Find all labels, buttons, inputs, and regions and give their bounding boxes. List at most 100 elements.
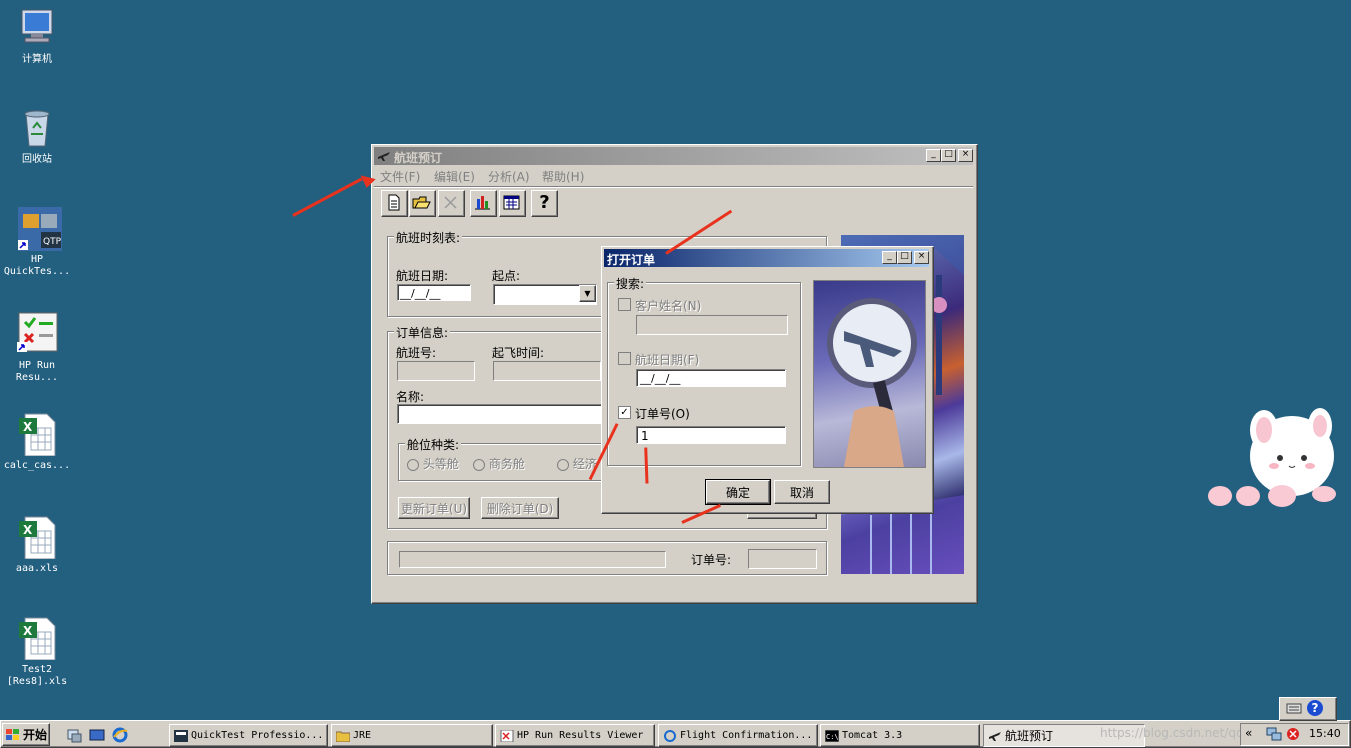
open-order-button[interactable] (409, 190, 436, 217)
order-number-field (748, 549, 817, 569)
flight-date-checkbox[interactable] (618, 352, 631, 365)
menu-help[interactable]: 帮助(H) (542, 168, 584, 185)
menu-bar: 文件(F) 编辑(E) 分析(A) 帮助(H) (374, 167, 973, 185)
delete-order-action-button[interactable]: 删除订单(D) (481, 497, 559, 519)
new-order-button[interactable] (381, 190, 408, 217)
window-title-bar[interactable]: 航班预订 _ □ × (374, 147, 973, 165)
flight-date-label: 航班日期: (396, 269, 449, 283)
help-icon[interactable]: ? (1307, 700, 1323, 716)
show-desktop-icon[interactable] (66, 727, 82, 743)
maximize-button[interactable]: □ (941, 149, 956, 162)
quicktest-icon: QTP (17, 206, 62, 251)
minimize-icon: _ (887, 251, 892, 261)
system-tray: « 15:40 (1240, 723, 1349, 746)
desktop-icon-run-results[interactable]: HP Run Resu... (1, 312, 73, 384)
help-button[interactable]: ? (531, 190, 558, 217)
taskbar-item-jre[interactable]: JRE (331, 724, 493, 747)
server-manager-icon[interactable] (89, 727, 105, 743)
desktop-icon-computer[interactable]: 计算机 (1, 6, 73, 66)
order-number-checkbox[interactable]: ✓ (618, 406, 631, 419)
chart-button[interactable] (470, 190, 497, 217)
desktop-icon-quicktest[interactable]: QTP HP QuickTes... (1, 206, 73, 278)
desktop-icon-label: 回收站 (22, 154, 52, 165)
class-economy-radio[interactable]: 经济 (557, 455, 597, 472)
customer-name-checkbox[interactable] (618, 298, 631, 311)
class-first-radio[interactable]: 头等舱 (407, 455, 459, 472)
desktop-sticker-image (1204, 400, 1340, 512)
flight-date-input[interactable]: __/__/__ (636, 369, 786, 387)
dialog-maximize-button[interactable]: □ (897, 251, 912, 264)
clock: 15:40 (1309, 727, 1341, 740)
run-results-icon (17, 312, 58, 356)
update-order-button[interactable]: 更新订单(U) (398, 497, 470, 519)
order-number-label: 订单号: (691, 553, 732, 567)
close-button[interactable]: × (958, 149, 973, 162)
minimize-icon: _ (931, 149, 936, 159)
class-business-label: 商务舱 (488, 457, 525, 471)
start-button[interactable]: 开始 (2, 723, 50, 746)
desktop-icon-label: Test2 [Res8].xls (6, 664, 68, 687)
progress-bar (399, 551, 666, 568)
customer-name-input[interactable] (636, 315, 788, 335)
cancel-button[interactable]: 取消 (774, 480, 830, 504)
menu-separator (374, 186, 973, 188)
dropdown-button[interactable]: ▼ (579, 285, 596, 302)
dialog-title: 打开订单 (607, 253, 656, 267)
close-icon: × (917, 251, 926, 261)
svg-text:X: X (23, 420, 33, 434)
desktop-icon-label: calc_cas... (3, 460, 71, 471)
desktop-icon-test2-xls[interactable]: X Test2 [Res8].xls (1, 616, 73, 688)
network-icon[interactable] (1266, 727, 1282, 741)
desktop-icon-aaa-xls[interactable]: X aaa.xls (1, 515, 73, 575)
chart-icon (475, 196, 490, 210)
new-order-icon (388, 194, 400, 211)
open-order-dialog: 打开订单 _ □ × 搜索: 客户姓名(N) 航班日期(F) __/__/__ … (601, 246, 934, 514)
taskbar-item-run-results[interactable]: HP Run Results Viewer (495, 724, 655, 747)
taskbar-item-tomcat[interactable]: C:\ Tomcat 3.3 (820, 724, 980, 747)
computer-icon (17, 6, 57, 50)
desktop-icon-calc-cas[interactable]: X calc_cas... (1, 412, 73, 472)
menu-file[interactable]: 文件(F) (380, 168, 420, 185)
flight-number-label: 航班号: (396, 346, 437, 360)
ok-button[interactable]: 确定 (705, 479, 771, 505)
order-number-input[interactable]: 1 (636, 426, 786, 444)
taskbar-item-label: Tomcat 3.3 (842, 730, 903, 741)
departure-time-label: 起飞时间: (492, 346, 545, 360)
calendar-button[interactable] (499, 190, 526, 217)
taskbar-item-label: 航班预订 (1005, 729, 1054, 743)
taskbar-item-quicktest[interactable]: QuickTest Professio... (169, 724, 328, 747)
name-input[interactable] (397, 404, 603, 424)
minimize-button[interactable]: _ (926, 149, 941, 162)
dialog-close-button[interactable]: × (914, 251, 929, 264)
order-number-label: 订单号(O) (635, 407, 690, 421)
radio-icon (407, 458, 419, 471)
from-select[interactable]: ▼ (493, 284, 597, 305)
delete-icon (444, 196, 457, 209)
class-business-radio[interactable]: 商务舱 (473, 455, 525, 472)
desktop-icon-label: aaa.xls (15, 563, 59, 574)
desktop-icon-recycle-bin[interactable]: 回收站 (1, 106, 73, 166)
taskbar-item-label: JRE (353, 730, 372, 741)
flight-schedule-title: 航班时刻表: (394, 229, 463, 246)
dialog-title-bar[interactable]: 打开订单 _ □ × (604, 249, 929, 267)
dialog-minimize-button[interactable]: _ (882, 251, 897, 264)
desktop-icon-label: 计算机 (22, 54, 52, 65)
menu-edit[interactable]: 编辑(E) (434, 168, 475, 185)
tray-expand-chevron-icon[interactable]: « (1245, 726, 1252, 740)
plane-icon (988, 730, 1002, 742)
alert-icon[interactable] (1286, 727, 1300, 741)
delete-order-button[interactable] (438, 190, 465, 217)
maximize-icon: □ (944, 149, 953, 159)
taskbar-item-label: HP Run Results Viewer (517, 730, 644, 741)
menu-analysis[interactable]: 分析(A) (488, 168, 530, 185)
console-icon: C:\ (824, 729, 840, 742)
excel-icon: X (17, 412, 57, 457)
calendar-icon (503, 195, 520, 210)
ie-icon[interactable] (112, 727, 128, 743)
taskbar-item-flight-confirmation[interactable]: Flight Confirmation... (658, 724, 818, 747)
desktop-icon-label: HP Run Resu... (15, 360, 59, 383)
checkmark-icon: ✓ (620, 407, 629, 418)
flight-date-input[interactable]: __/__/__ (397, 284, 471, 301)
language-bar[interactable]: ? (1279, 697, 1337, 721)
svg-text:QTP: QTP (43, 237, 62, 247)
